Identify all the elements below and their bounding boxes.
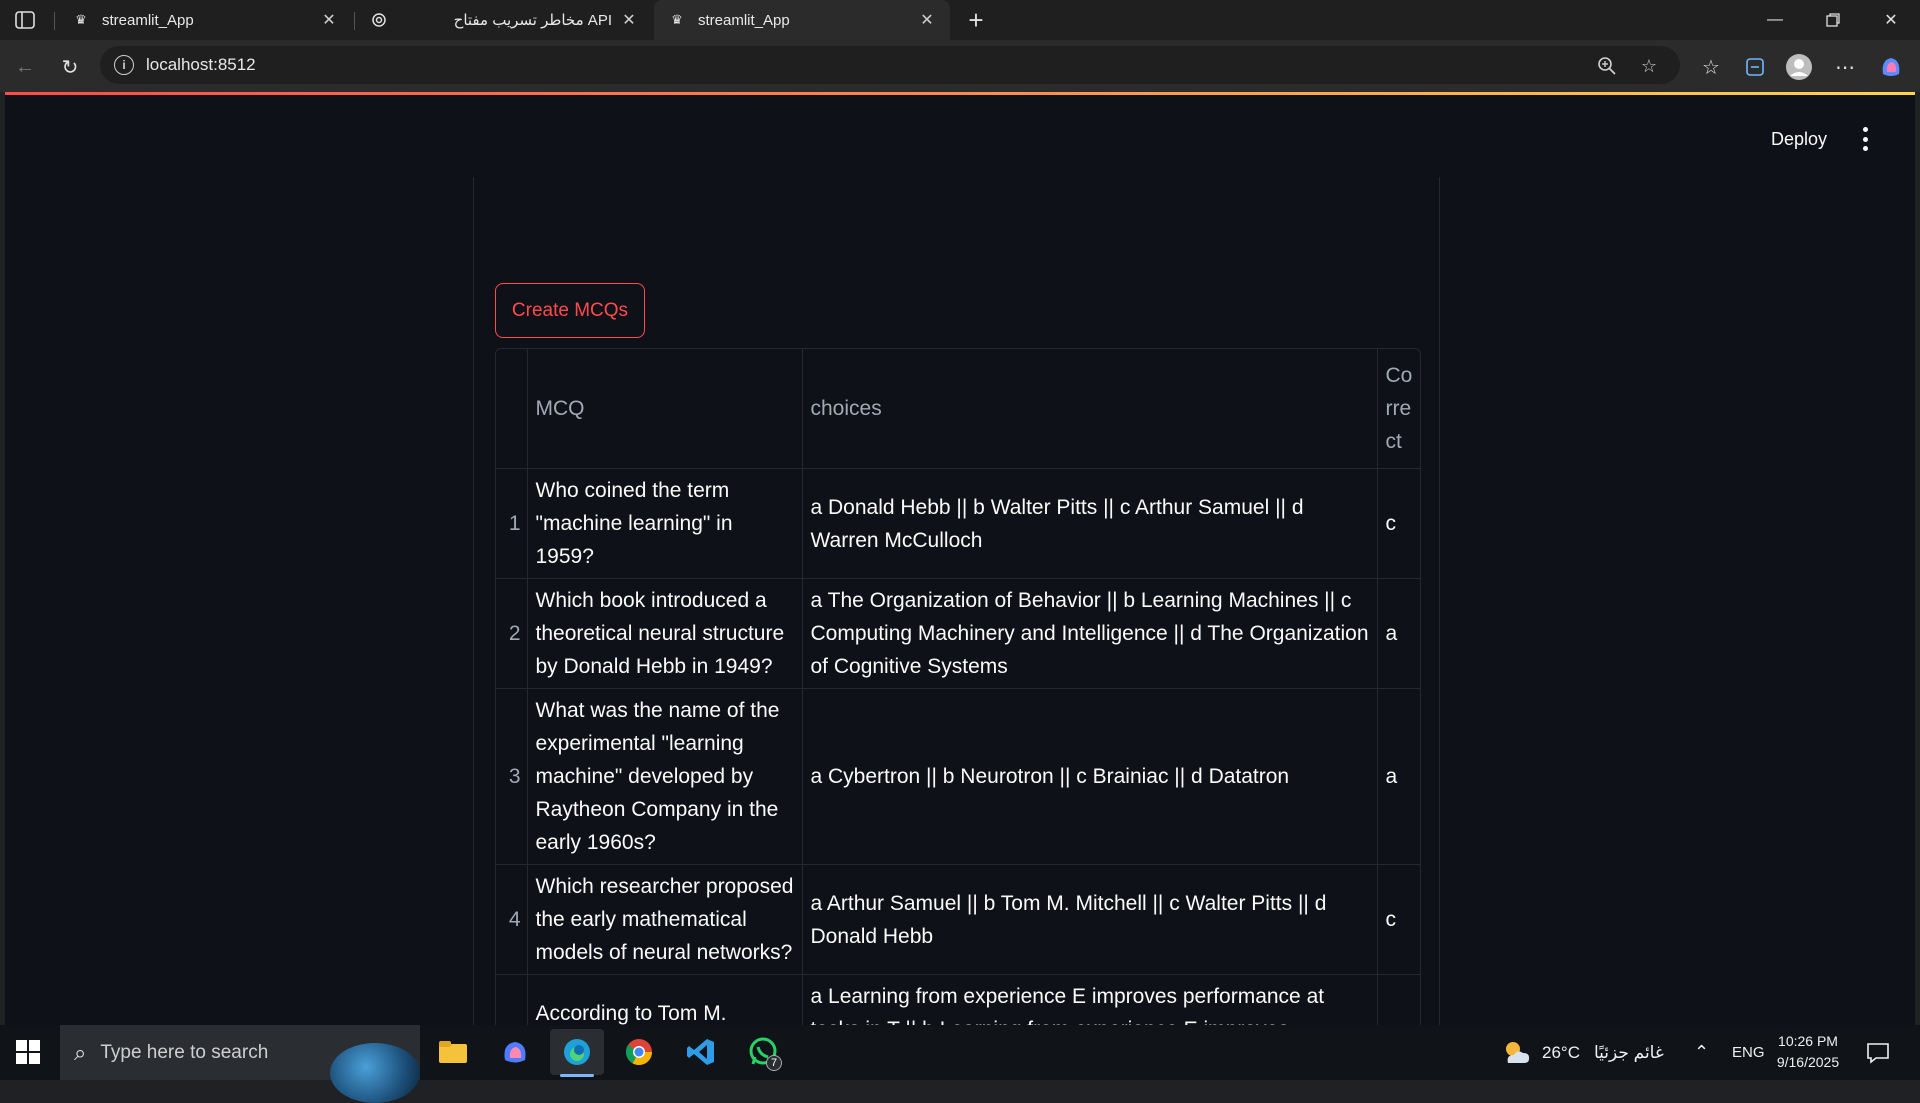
search-placeholder: Type here to search [100,1041,269,1063]
main-block: Create MCQs MCQ choices Correct 1 Who co… [473,177,1440,1025]
table-row: 1 Who coined the term "machine learning"… [496,468,1420,579]
chrome-icon[interactable] [612,1029,666,1075]
tab-streamlit-active[interactable]: ♛ streamlit_App ✕ [654,0,950,40]
copilot-icon[interactable] [1876,52,1906,82]
search-icon: ⌕ [74,1039,87,1065]
correct-cell[interactable]: c [1377,864,1420,975]
correct-header[interactable]: Correct [1377,349,1420,469]
file-explorer-icon[interactable] [426,1029,480,1075]
table-row: 4 Which researcher proposed the early ma… [496,864,1420,975]
mcq-header[interactable]: MCQ [527,349,803,469]
table-header-row: MCQ choices Correct [496,349,1420,469]
reload-icon[interactable]: ↻ [55,52,85,82]
choices-cell[interactable]: a Arthur Samuel || b Tom M. Mitchell || … [802,864,1378,975]
streamlit-crown-icon: ♛ [75,12,87,27]
clock-date: 9/16/2025 [1776,1054,1840,1070]
weather-description: غائم جزئيًا [1593,1042,1664,1062]
close-icon[interactable]: ✕ [320,11,338,29]
table-row: 2 Which book introduced a theoretical ne… [496,578,1420,689]
correct-cell[interactable]: c [1377,468,1420,579]
mcq-cell[interactable]: Which book introduced a theoretical neur… [527,578,803,689]
correct-cell[interactable]: a [1377,578,1420,689]
browser-essentials-icon[interactable] [1740,52,1770,82]
weather-widget[interactable]: 26°C غائم جزئيًا [1502,1025,1664,1080]
copilot-app-icon[interactable] [488,1029,542,1075]
favorite-star-icon[interactable]: ☆ [1638,55,1660,77]
favorites-icon[interactable]: ☆ [1696,52,1726,82]
index-header [496,349,528,469]
address-bar[interactable]: i localhost:8512 ☆ [100,46,1680,84]
tab-separator [354,12,355,30]
streamlit-app: Deploy Create MCQs MCQ choices Correct 1 [5,95,1915,1025]
streamlit-crown-icon: ♛ [671,12,683,27]
choices-cell[interactable]: a Learning from experience E improves pe… [802,974,1378,1025]
new-tab-button[interactable]: + [962,5,990,35]
close-icon[interactable]: ✕ [620,11,638,29]
correct-cell[interactable]: a [1377,974,1420,1025]
sidebar-toggle-icon[interactable] [12,8,38,32]
choices-cell[interactable]: a Donald Hebb || b Walter Pitts || c Art… [802,468,1378,579]
more-options-icon[interactable]: ⋯ [1830,52,1860,82]
close-window-button[interactable]: ✕ [1862,0,1920,40]
restore-button[interactable] [1804,0,1862,40]
table-row: 3 What was the name of the experimental … [496,688,1420,865]
show-hidden-icons-chevron-icon[interactable]: ⌃ [1694,1025,1709,1080]
whatsapp-icon[interactable]: 7 [736,1029,790,1075]
deploy-button[interactable]: Deploy [1771,129,1827,150]
tab-title: مخاطر تسريب مفتاح API [453,12,612,29]
browser-toolbar: ← ↻ i localhost:8512 ☆ ☆ ⋯ [0,40,1920,92]
zoom-icon[interactable] [1596,55,1618,77]
row-index: 4 [496,864,528,975]
windows-start-icon[interactable] [16,1040,40,1064]
openai-icon [370,11,388,29]
mcq-cell[interactable]: According to Tom M. Mitchell, what is th… [527,974,803,1025]
choices-cell[interactable]: a Cybertron || b Neurotron || c Brainiac… [802,688,1378,865]
browser-tab-strip: ♛ streamlit_App ✕ مخاطر تسريب مفتاح API … [0,0,1920,40]
taskbar-clock[interactable]: 10:26 PM 9/16/2025 [1768,1031,1848,1073]
partly-cloudy-icon [1506,1041,1530,1063]
windows-taskbar: ⌕ Type here to search 7 26°C غائم جزئيًا… [0,1025,1920,1103]
tab-separator [54,12,55,30]
tab-api-leak[interactable]: مخاطر تسريب مفتاح API ✕ [356,0,652,40]
create-mcqs-button[interactable]: Create MCQs [495,283,645,338]
vscode-icon[interactable] [674,1029,728,1075]
language-indicator[interactable]: ENG [1732,1025,1765,1080]
row-index: 1 [496,468,528,579]
taskbar-search-box[interactable]: ⌕ Type here to search [60,1025,420,1103]
choices-cell[interactable]: a The Organization of Behavior || b Lear… [802,578,1378,689]
address-url: localhost:8512 [146,55,256,74]
row-index: 3 [496,688,528,865]
weather-temperature: 26°C [1542,1042,1580,1062]
edge-browser-icon[interactable] [550,1029,604,1077]
mcq-cell[interactable]: Who coined the term "machine learning" i… [527,468,803,579]
main-menu-icon[interactable] [1861,127,1869,151]
clock-time: 10:26 PM [1778,1033,1838,1049]
mcq-dataframe[interactable]: MCQ choices Correct 1 Who coined the ter… [495,348,1421,1025]
notification-badge: 7 [766,1055,782,1071]
close-icon[interactable]: ✕ [918,11,936,29]
tab-title: streamlit_App [102,11,194,29]
row-index: 2 [496,578,528,689]
mcq-cell[interactable]: What was the name of the experimental "l… [527,688,803,865]
choices-header[interactable]: choices [802,349,1378,469]
row-index: 5 [496,974,528,1025]
table-row: 5 According to Tom M. Mitchell, what is … [496,974,1420,1025]
profile-avatar-icon[interactable] [1784,52,1814,82]
search-highlight-globe-icon [330,1043,420,1103]
back-arrow-icon[interactable]: ← [10,52,40,82]
minimize-button[interactable]: — [1746,0,1804,40]
tab-title: streamlit_App [698,11,790,29]
correct-cell[interactable]: a [1377,688,1420,865]
tab-streamlit-1[interactable]: ♛ streamlit_App ✕ [58,0,352,40]
notifications-icon[interactable] [1866,1025,1890,1080]
mcq-cell[interactable]: Which researcher proposed the early math… [527,864,803,975]
info-icon[interactable]: i [114,55,134,75]
